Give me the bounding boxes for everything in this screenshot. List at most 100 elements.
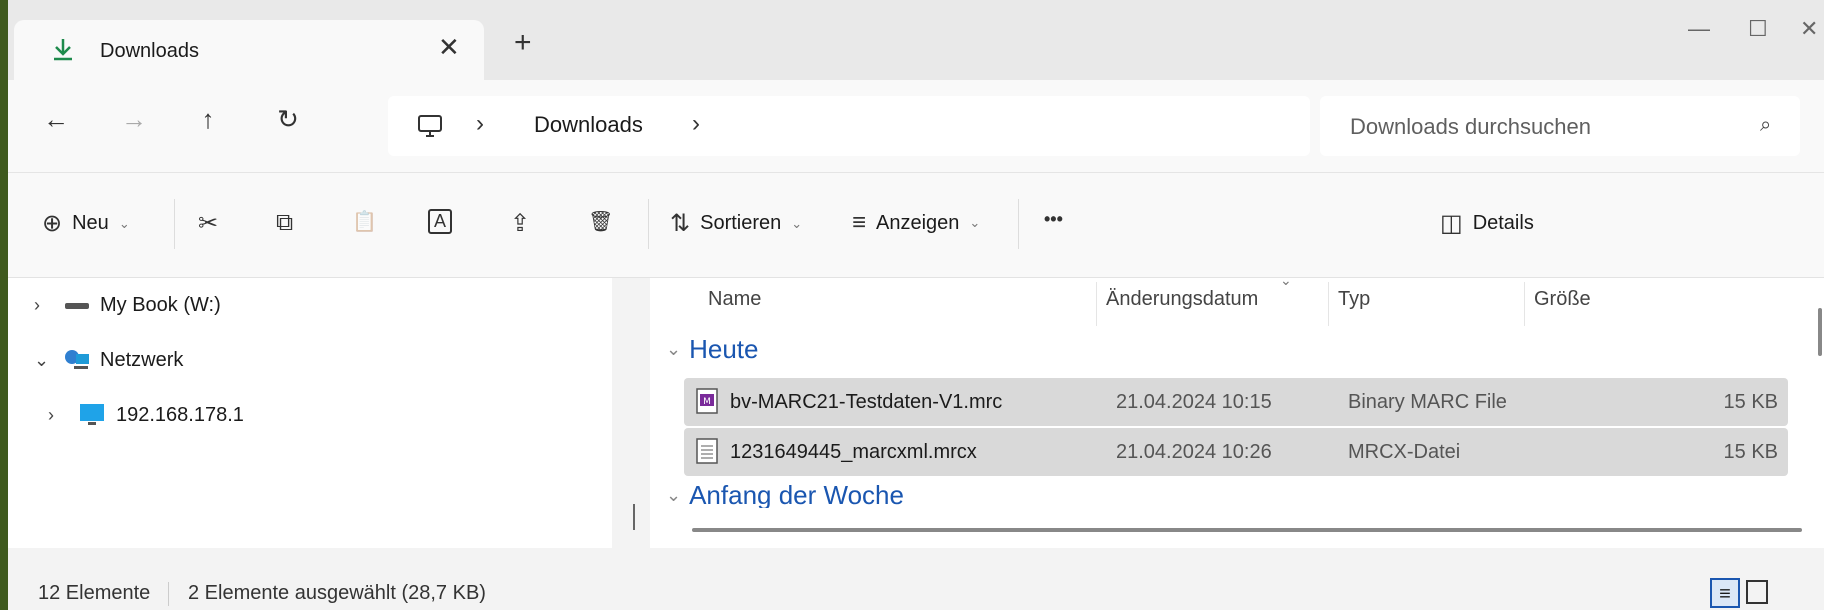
file-list: ⌄ Name Änderungsdatum Typ Größe ⌄ Heute … <box>650 272 1824 548</box>
column-header-date[interactable]: Änderungsdatum <box>1106 288 1258 311</box>
selection-info: 2 Elemente ausgewählt (28,7 KB) <box>188 582 486 604</box>
sort-label: Sortieren <box>700 212 782 234</box>
tree-item-label: My Book (W:) <box>100 294 221 316</box>
details-view-icon[interactable]: ≡ <box>1710 578 1740 608</box>
cut-button[interactable]: ✂ <box>198 209 218 238</box>
network-icon <box>65 350 89 369</box>
paste-button[interactable]: 📋 <box>352 209 377 234</box>
computer-icon <box>80 404 104 425</box>
toolbar-divider <box>648 199 649 249</box>
column-divider[interactable] <box>1524 282 1525 326</box>
file-type: Binary MARC File <box>1348 391 1507 413</box>
horizontal-scrollbar[interactable] <box>692 528 1802 532</box>
column-header-size[interactable]: Größe <box>1534 288 1591 311</box>
column-header-type[interactable]: Typ <box>1338 288 1370 311</box>
pane-splitter[interactable] <box>626 278 650 548</box>
search-input[interactable]: Downloads durchsuchen <box>1350 114 1591 140</box>
clipboard-icon: 📋 <box>352 211 377 233</box>
rename-button[interactable]: A <box>428 209 453 234</box>
details-label: Details <box>1472 212 1534 234</box>
tab-title: Downloads <box>100 40 199 62</box>
new-tab-button[interactable]: + <box>514 28 532 58</box>
search-box[interactable]: Downloads durchsuchen ⌕ <box>1320 96 1800 156</box>
file-row[interactable]: M bv-MARC21-Testdaten-V1.mrc 21.04.2024 … <box>684 378 1788 426</box>
view-label: Anzeigen <box>876 211 960 234</box>
tab-downloads[interactable]: Downloads ✕ <box>14 20 484 80</box>
delete-button[interactable]: 🗑 <box>588 209 613 234</box>
drive-icon <box>65 302 89 309</box>
tree-item-label: 192.168.178.1 <box>116 403 244 426</box>
plus-circle-icon: ⊕ <box>42 210 63 237</box>
copy-button[interactable]: ⧉ <box>276 209 293 237</box>
marc-file-icon: M <box>696 388 718 414</box>
navigation-bar: ← → ↑ ↻ › Downloads › Downloads durchsuc… <box>8 80 1824 173</box>
tree-item-my-book[interactable]: › My Book (W:) <box>34 294 221 317</box>
file-row[interactable]: 1231649445_marcxml.mrcx 21.04.2024 10:26… <box>684 428 1788 476</box>
title-bar: Downloads ✕ + — ☐ ✕ <box>8 0 1824 80</box>
group-label: Heute <box>689 334 759 364</box>
chevron-right-icon[interactable]: › <box>34 295 54 316</box>
maximize-button[interactable]: ☐ <box>1748 16 1768 42</box>
more-options-button[interactable]: ••• <box>1044 209 1063 230</box>
splitter-grip[interactable] <box>633 504 635 530</box>
back-icon[interactable]: ← <box>38 104 74 135</box>
minimize-button[interactable]: — <box>1688 16 1710 42</box>
chevron-right-icon[interactable]: › <box>48 405 68 426</box>
file-type: MRCX-Datei <box>1348 441 1461 463</box>
details-pane-button[interactable]: ◫ Details <box>1440 209 1534 238</box>
group-label: Anfang der Woche <box>689 482 904 508</box>
svg-text:M: M <box>703 397 711 407</box>
scissors-icon: ✂ <box>198 210 219 237</box>
file-size: 15 KB <box>1723 441 1778 463</box>
group-header-anfang-der-woche[interactable]: ⌄ Anfang der Woche <box>666 482 904 508</box>
column-header-name[interactable]: Name <box>708 288 761 311</box>
file-name: bv-MARC21-Testdaten-V1.mrc <box>730 391 1003 413</box>
search-icon[interactable]: ⌕ <box>1760 114 1771 137</box>
share-icon: ⇪ <box>510 210 531 237</box>
file-date: 21.04.2024 10:15 <box>1116 391 1272 413</box>
up-icon[interactable]: ↑ <box>190 104 226 135</box>
sort-button[interactable]: ⇅ Sortieren ⌄ <box>670 209 802 238</box>
view-button[interactable]: ≡ Anzeigen ⌄ <box>852 209 980 237</box>
navigation-pane: › My Book (W:) ⌄ Netzwerk › 192.168.178.… <box>8 278 612 548</box>
status-bar: 12 Elemente 2 Elemente ausgewählt (28,7 … <box>8 548 1824 610</box>
breadcrumb-separator-end[interactable]: › <box>692 110 700 138</box>
tree-item-netzwerk[interactable]: ⌄ Netzwerk <box>34 348 183 372</box>
this-pc-icon <box>418 115 442 137</box>
chevron-down-icon: ⌄ <box>791 215 803 231</box>
tiles-view-icon[interactable] <box>1746 580 1768 604</box>
sort-icon: ⇅ <box>670 210 691 237</box>
vertical-scrollbar[interactable] <box>1818 308 1822 356</box>
file-date: 21.04.2024 10:26 <box>1116 441 1272 463</box>
item-count: 12 Elemente <box>38 582 151 604</box>
tab-close-icon[interactable]: ✕ <box>438 32 460 63</box>
more-icon: ••• <box>1044 209 1063 229</box>
group-header-heute[interactable]: ⌄ Heute <box>666 334 758 365</box>
command-bar: ⊕ Neu ⌄ ✂ ⧉ 📋 A ⇪ 🗑 ⇅ Sortieren ⌄ ≡ Anze… <box>8 173 1824 278</box>
status-divider <box>168 582 169 606</box>
share-button[interactable]: ⇪ <box>510 209 530 238</box>
new-button[interactable]: ⊕ Neu ⌄ <box>42 209 130 238</box>
chevron-down-icon: ⌄ <box>666 484 682 505</box>
download-icon <box>54 39 72 61</box>
file-name: 1231649445_marcxml.mrcx <box>730 441 977 463</box>
toolbar-divider <box>174 199 175 249</box>
breadcrumb-downloads[interactable]: Downloads <box>534 112 643 138</box>
new-label: Neu <box>72 212 109 234</box>
breadcrumb-separator[interactable]: › <box>476 110 484 138</box>
toolbar-divider <box>1018 199 1019 249</box>
column-divider[interactable] <box>1096 282 1097 326</box>
document-icon <box>696 438 718 464</box>
forward-icon[interactable]: → <box>116 104 152 135</box>
chevron-down-icon[interactable]: ⌄ <box>34 350 54 371</box>
close-window-button[interactable]: ✕ <box>1800 16 1818 42</box>
column-divider[interactable] <box>1328 282 1329 326</box>
file-size: 15 KB <box>1723 391 1778 413</box>
details-pane-icon: ◫ <box>1440 210 1463 237</box>
copy-icon: ⧉ <box>276 209 294 236</box>
address-bar[interactable]: › Downloads › <box>388 96 1310 156</box>
sort-indicator-icon: ⌄ <box>1280 272 1292 288</box>
refresh-icon[interactable]: ↻ <box>270 104 306 135</box>
explorer-window: Downloads ✕ + — ☐ ✕ ← → ↑ ↻ › Downloads … <box>8 0 1824 610</box>
tree-item-192-168-178-1[interactable]: › 192.168.178.1 <box>48 402 244 428</box>
